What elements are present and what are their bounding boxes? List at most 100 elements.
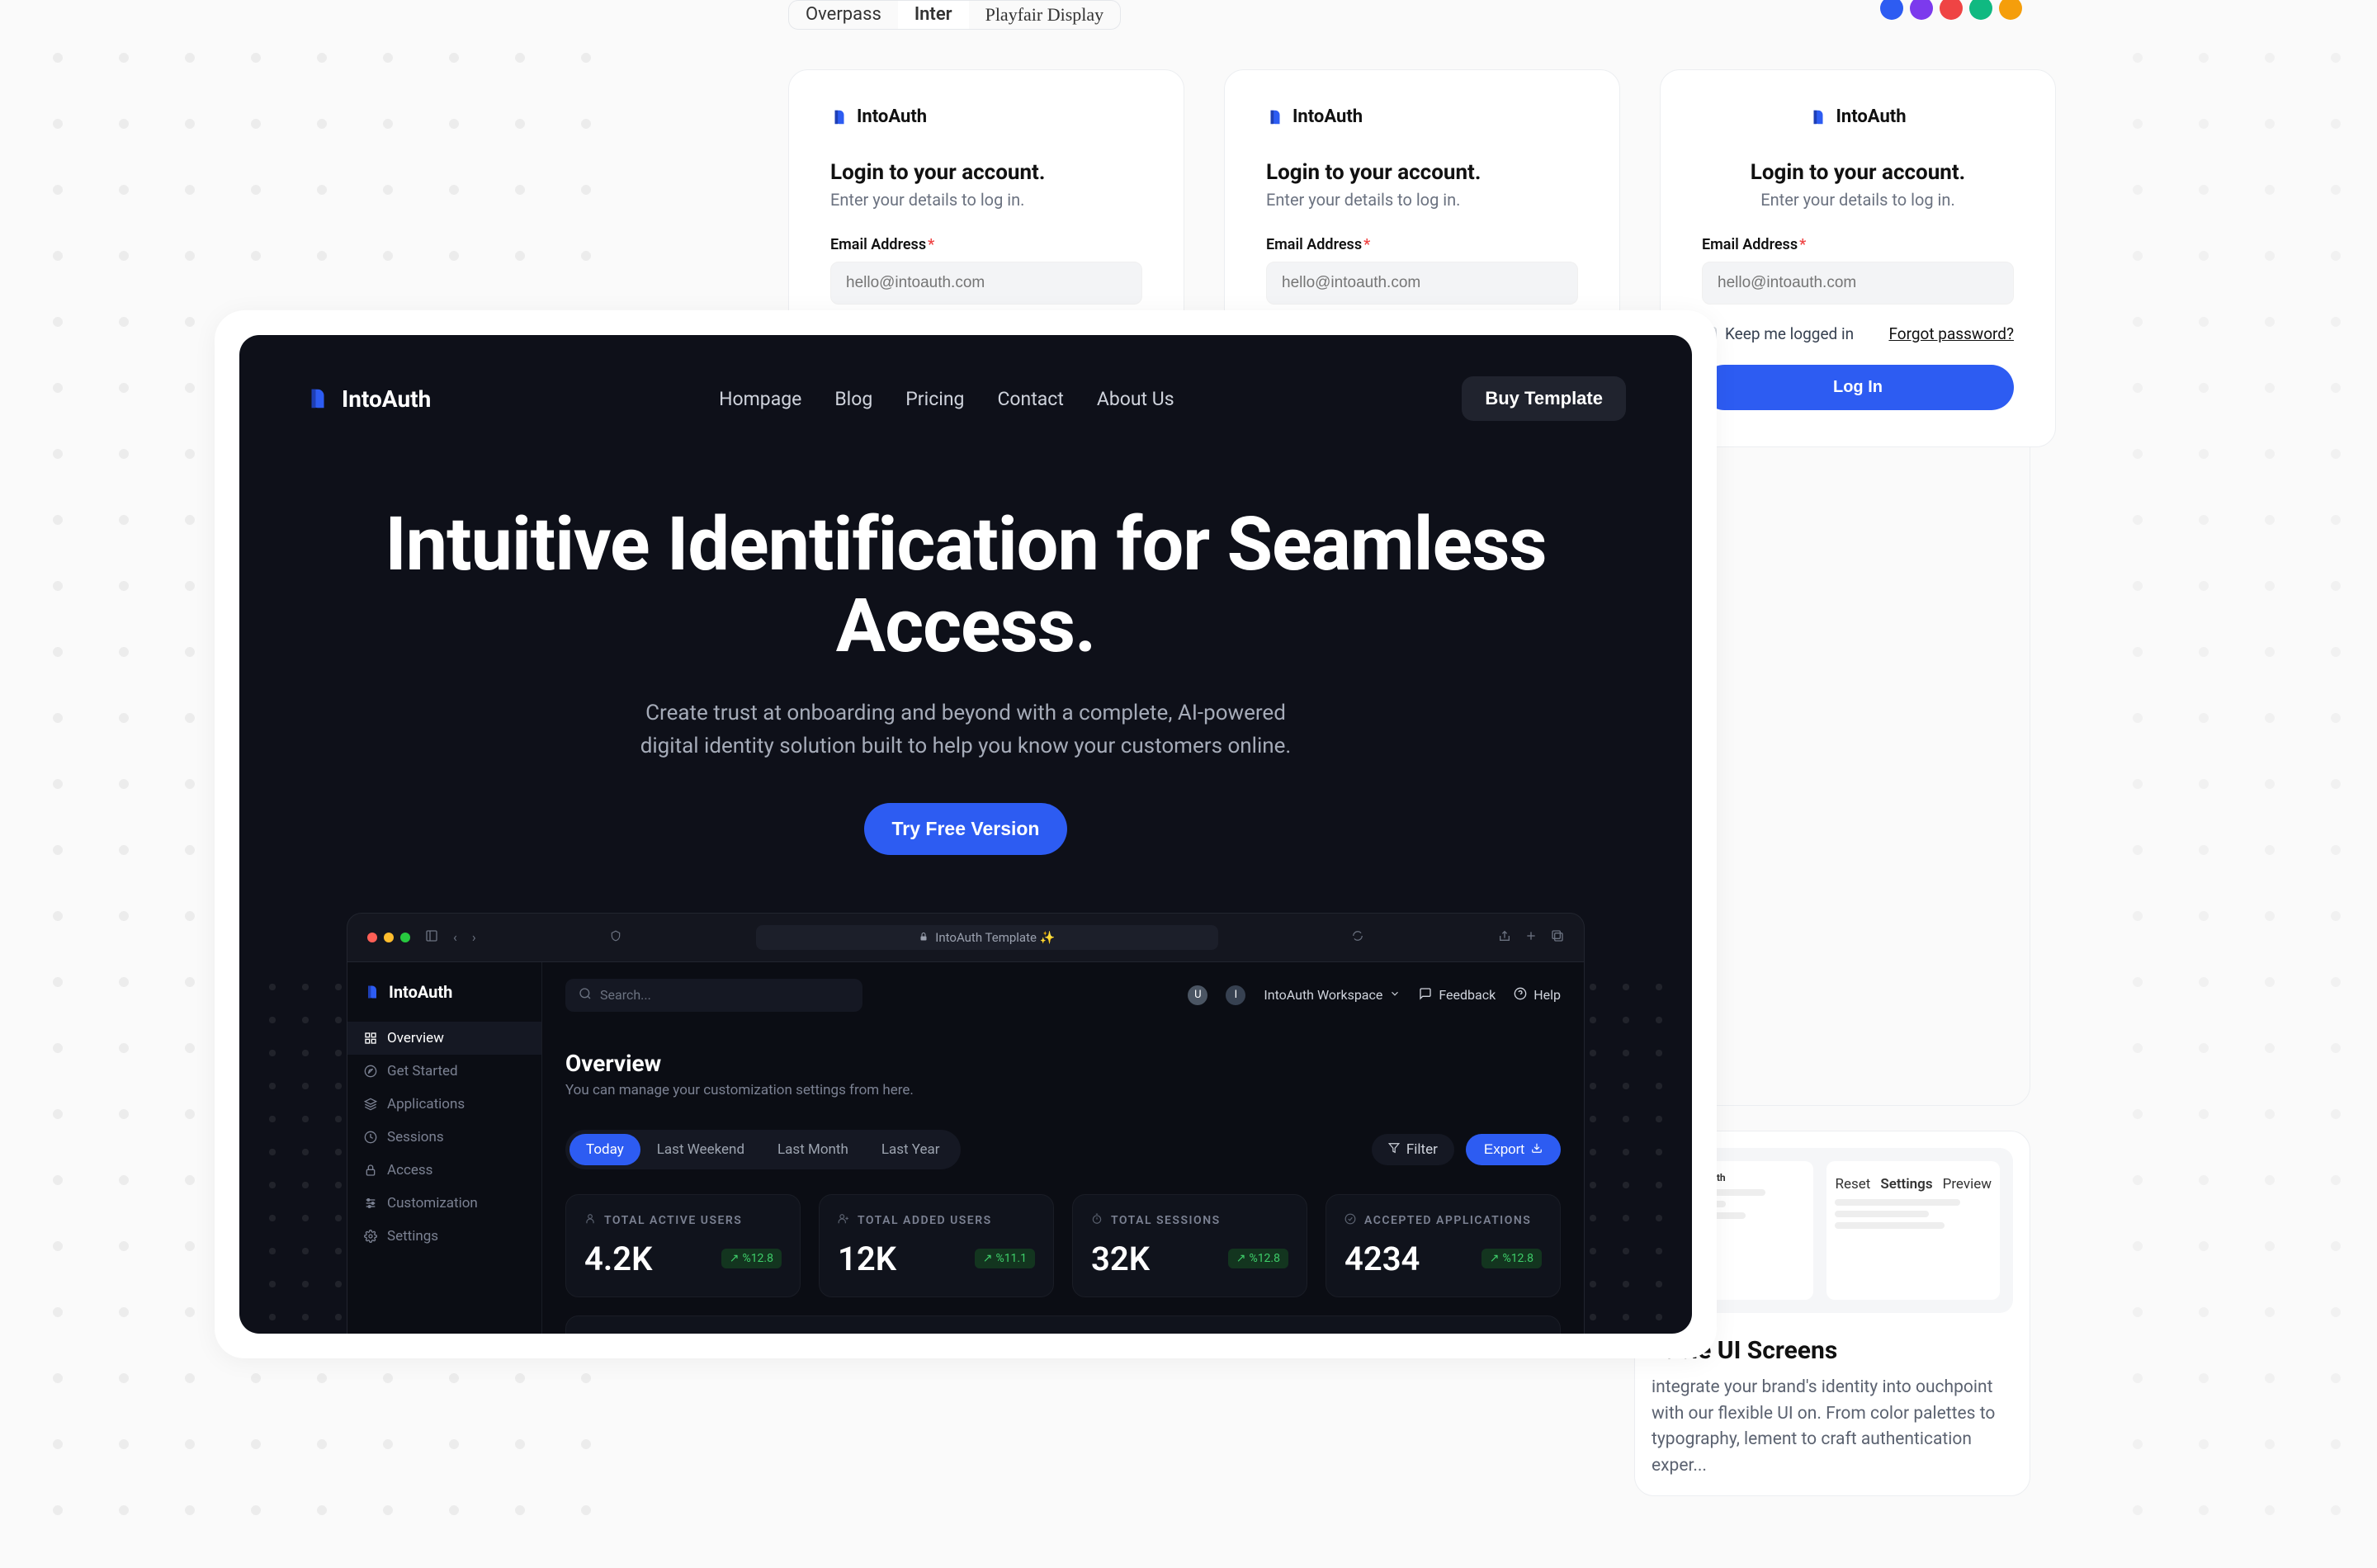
sidebar-label: Sessions [387, 1129, 444, 1145]
nav-contact[interactable]: Contact [997, 388, 1063, 410]
hero-brand[interactable]: IntoAuth [305, 385, 431, 413]
workspace-selector[interactable]: IntoAuth Workspace [1264, 987, 1401, 1003]
color-swatches [1880, 0, 2022, 20]
nav-back-icon[interactable]: ‹ [453, 929, 457, 945]
download-icon [1531, 1141, 1543, 1158]
dashboard-sidebar: IntoAuth Overview Get Started Applicatio… [347, 962, 542, 1334]
brand-name: IntoAuth [1836, 106, 1906, 127]
stat-trend-badge: ↗ %12.8 [1228, 1249, 1288, 1268]
help-icon [1514, 987, 1527, 1004]
plus-icon[interactable] [1524, 929, 1538, 946]
tabs-icon[interactable] [1551, 929, 1564, 946]
sidebar-item-customization[interactable]: Customization [347, 1187, 541, 1220]
email-label: Email Address* [1266, 236, 1578, 253]
sidebar-label: Applications [387, 1096, 465, 1112]
nav-forward-icon[interactable]: › [472, 929, 476, 945]
tab-last-year[interactable]: Last Year [865, 1134, 957, 1165]
login-button[interactable]: Log In [1702, 365, 2014, 410]
timer-icon [1091, 1213, 1103, 1228]
mini-tab-reset[interactable]: Reset [1835, 1176, 1870, 1193]
users-icon [584, 1213, 596, 1228]
email-field[interactable] [1266, 262, 1578, 305]
nav-homepage[interactable]: Hompage [719, 388, 801, 410]
shield-icon[interactable] [610, 929, 621, 945]
color-swatch-red[interactable] [1940, 0, 1963, 20]
stat-label: TOTAL ADDED USERS [858, 1214, 992, 1227]
font-tabs: Overpass Inter Playfair Display [788, 0, 1121, 30]
brand-logo-icon [305, 386, 330, 411]
forgot-password-link[interactable]: Forgot password? [1888, 324, 2014, 343]
address-bar[interactable]: IntoAuth Template ✨ [756, 925, 1218, 950]
layers-icon [364, 1098, 377, 1111]
stat-value: 4.2K [584, 1240, 652, 1278]
login-title: Login to your account. [830, 160, 1142, 185]
avatar-primary[interactable]: U [1188, 985, 1207, 1005]
stat-card-applications: ACCEPTED APPLICATIONS 4234↗ %12.8 [1326, 1194, 1561, 1297]
stat-value: 32K [1091, 1240, 1150, 1278]
avatar-secondary[interactable]: I [1226, 985, 1245, 1005]
address-text: IntoAuth Template ✨ [935, 930, 1055, 945]
hero-nav: Hompage Blog Pricing Contact About Us [719, 388, 1174, 410]
email-field[interactable] [1702, 262, 2014, 305]
nav-blog[interactable]: Blog [834, 388, 872, 410]
email-label: Email Address* [1702, 236, 2014, 253]
cta-button[interactable]: Try Free Version [864, 803, 1068, 855]
message-icon [1419, 987, 1432, 1004]
brand-logo-icon [1266, 108, 1284, 126]
login-subtitle: Enter your details to log in. [1266, 190, 1578, 210]
tab-today[interactable]: Today [569, 1134, 640, 1165]
color-swatch-orange[interactable] [1999, 0, 2022, 20]
login-title: Login to your account. [1266, 160, 1578, 185]
traffic-lights [367, 933, 410, 942]
sidebar-item-access[interactable]: Access [347, 1154, 541, 1187]
check-icon [1344, 1213, 1356, 1228]
color-swatch-green[interactable] [1969, 0, 1992, 20]
buy-template-button[interactable]: Buy Template [1462, 376, 1626, 421]
font-tab-overpass[interactable]: Overpass [789, 1, 898, 29]
sidebar-item-applications[interactable]: Applications [347, 1088, 541, 1121]
mini-tab-settings[interactable]: Settings [1880, 1176, 1932, 1193]
font-tab-inter[interactable]: Inter [898, 1, 969, 29]
hero-title: Intuitive Identification for Seamless Ac… [322, 503, 1609, 667]
tab-last-month[interactable]: Last Month [761, 1134, 865, 1165]
sidebar-item-overview[interactable]: Overview [347, 1022, 541, 1055]
dashboard-brand[interactable]: IntoAuth [347, 979, 541, 1022]
help-label: Help [1533, 987, 1561, 1003]
email-label: Email Address* [830, 236, 1142, 253]
login-title: Login to your account. [1702, 160, 2014, 185]
time-range-tabs: Today Last Weekend Last Month Last Year [565, 1130, 961, 1169]
email-field[interactable] [830, 262, 1142, 305]
stat-label: ACCEPTED APPLICATIONS [1364, 1214, 1531, 1227]
search-input[interactable]: Search... [565, 979, 862, 1012]
nav-about[interactable]: About Us [1097, 388, 1174, 410]
nav-pricing[interactable]: Pricing [905, 388, 964, 410]
tab-last-weekend[interactable]: Last Weekend [640, 1134, 761, 1165]
export-button[interactable]: Export [1466, 1134, 1561, 1165]
refresh-icon[interactable] [1352, 929, 1363, 945]
sidebar-item-settings[interactable]: Settings [347, 1220, 541, 1253]
sidebar-item-get-started[interactable]: Get Started [347, 1055, 541, 1088]
help-button[interactable]: Help [1514, 987, 1561, 1004]
sidebar-label: Customization [387, 1195, 478, 1211]
page-subtitle: You can manage your customization settin… [565, 1082, 1561, 1098]
gear-icon [364, 1230, 377, 1243]
color-swatch-blue[interactable] [1880, 0, 1903, 20]
color-swatch-purple[interactable] [1910, 0, 1933, 20]
sidebar-item-sessions[interactable]: Sessions [347, 1121, 541, 1154]
brand-logo-icon [830, 108, 848, 126]
login-subtitle: Enter your details to log in. [830, 190, 1142, 210]
export-label: Export [1484, 1141, 1524, 1158]
font-tab-playfair[interactable]: Playfair Display [969, 1, 1121, 29]
mini-tab-preview[interactable]: Preview [1943, 1176, 1992, 1193]
filter-button[interactable]: Filter [1372, 1134, 1454, 1165]
sidebar-label: Overview [387, 1030, 444, 1046]
feature-description: integrate your brand's identity into ouc… [1652, 1375, 2013, 1479]
compass-icon [364, 1065, 377, 1078]
remember-checkbox[interactable]: Keep me logged in [1702, 324, 1854, 343]
stat-label: TOTAL SESSIONS [1111, 1214, 1221, 1227]
sidebar-toggle-icon[interactable] [425, 929, 438, 946]
brand-name: IntoAuth [389, 982, 452, 1002]
share-icon[interactable] [1498, 929, 1511, 946]
feedback-button[interactable]: Feedback [1419, 987, 1496, 1004]
sidebar-label: Access [387, 1162, 432, 1178]
